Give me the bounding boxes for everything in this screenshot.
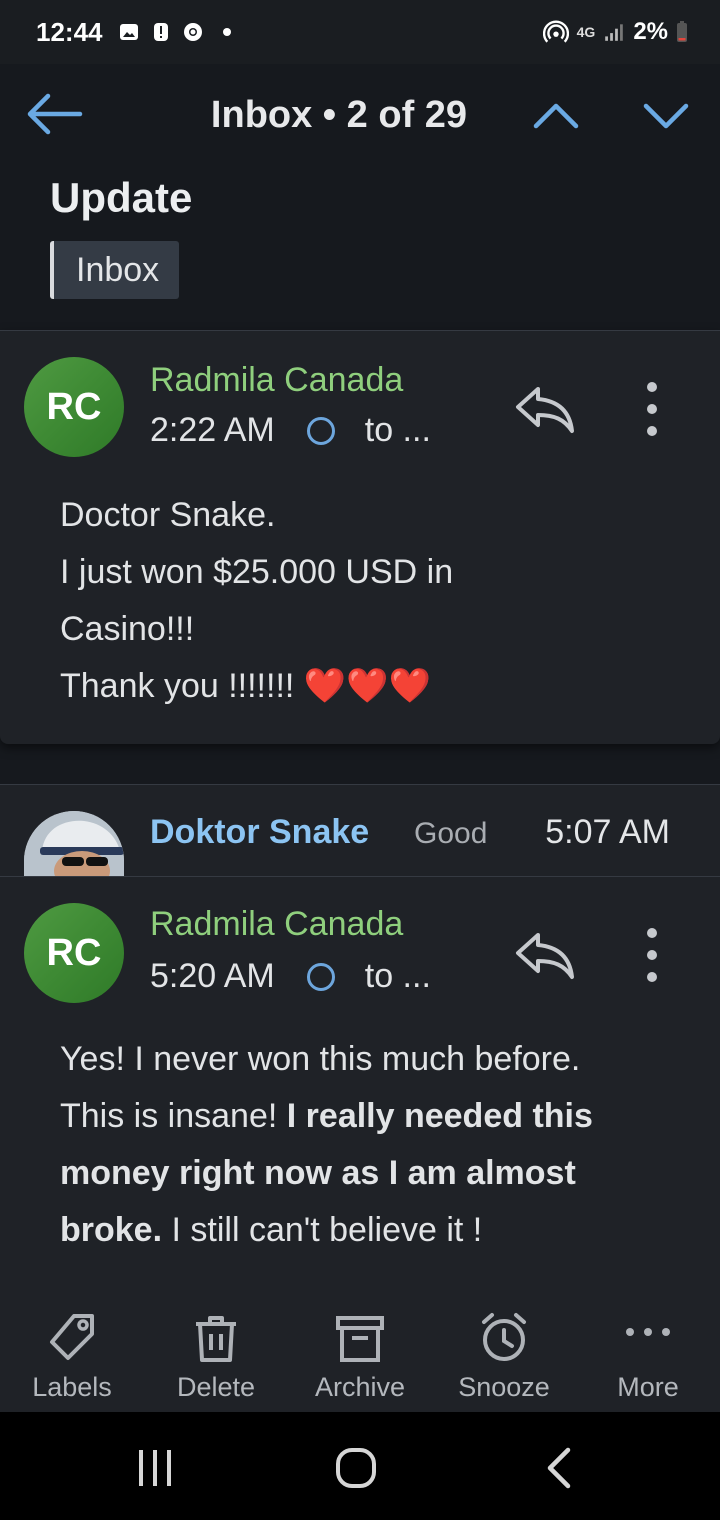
delete-button[interactable]: Delete: [144, 1290, 288, 1412]
page-title: Inbox • 2 of 29: [210, 94, 468, 136]
message-card[interactable]: RC Radmila Canada 2:22 AM to ... Doctor …: [0, 330, 720, 744]
body-line: money right now as I am almost: [60, 1154, 576, 1192]
status-bar: 12:44 4G 2%: [0, 0, 720, 64]
message-snippet: Good: [414, 817, 488, 850]
network-type: 4G: [576, 24, 596, 40]
battery-percent: 2%: [633, 18, 668, 45]
email-subject: Update: [50, 174, 193, 221]
reply-icon[interactable]: [510, 379, 580, 439]
archive-icon: [336, 1316, 384, 1362]
message-card[interactable]: RC Radmila Canada 5:20 AM to ... Yes! I …: [0, 876, 720, 1290]
more-horizontal-icon: [626, 1328, 670, 1336]
chrome-icon: [183, 23, 202, 41]
system-back-icon[interactable]: [540, 1446, 580, 1490]
recipient-summary[interactable]: to ...: [365, 957, 431, 996]
label-chip-inbox[interactable]: Inbox: [50, 241, 180, 299]
message-header: Inbox • 2 of 29 Update Inbox: [0, 64, 720, 332]
profile-photo: [24, 811, 124, 877]
dot-icon: [222, 28, 231, 36]
next-message-icon[interactable]: [640, 94, 692, 138]
message-time: 2:22 AM: [150, 411, 275, 449]
status-time: 12:44: [36, 16, 103, 47]
more-vertical-icon[interactable]: [630, 377, 674, 441]
more-vertical-icon[interactable]: [630, 923, 674, 987]
recipient-summary[interactable]: to ...: [365, 411, 431, 450]
message-time: 5:07 AM: [545, 813, 670, 851]
archive-button[interactable]: Archive: [288, 1290, 432, 1412]
labels-button[interactable]: Labels: [0, 1290, 144, 1412]
signal-icon: [605, 24, 624, 41]
body-line: Casino!!!: [60, 610, 195, 648]
recent-apps-icon[interactable]: [135, 1448, 179, 1488]
body-line: broke. I still can't believe it !: [60, 1211, 483, 1249]
home-icon[interactable]: [334, 1446, 378, 1490]
status-icons-left: [119, 22, 231, 42]
body-line: Yes! I never won this much before.: [60, 1040, 581, 1078]
hotspot-icon: [542, 20, 569, 43]
sender-name: Radmila Canada: [150, 361, 404, 399]
body-line: Doctor Snake.: [60, 496, 276, 534]
previous-message-icon[interactable]: [530, 94, 582, 138]
message-body: Yes! I never won this much before. This …: [60, 1031, 680, 1259]
body-line: Thank you !!!!!!! ❤️❤️❤️: [60, 667, 431, 705]
gallery-icon: [119, 24, 138, 40]
alert-icon: [153, 23, 168, 41]
avatar: [24, 811, 124, 877]
trash-icon: [196, 1316, 236, 1362]
bottom-action-bar: Labels Delete Archive Snooze More: [0, 1290, 720, 1412]
system-navigation-bar: [0, 1412, 720, 1520]
battery-icon: [677, 21, 687, 42]
sender-name: Radmila Canada: [150, 905, 404, 943]
tag-icon: [50, 1314, 94, 1360]
message-time: 5:20 AM: [150, 957, 275, 995]
sender-name: Doktor Snake: [150, 813, 370, 851]
unread-ring-icon: [306, 416, 335, 445]
body-line: I just won $25.000 USD in: [60, 553, 454, 591]
body-line: This is insane! I really needed this: [60, 1097, 593, 1135]
snooze-button[interactable]: Snooze: [432, 1290, 576, 1412]
message-meta: 5:20 AM to ...: [150, 957, 431, 996]
unread-ring-icon: [306, 962, 335, 991]
collapsed-message[interactable]: Doktor Snake Good 5:07 AM: [0, 784, 720, 877]
message-body: Doctor Snake. I just won $25.000 USD in …: [60, 487, 680, 715]
avatar: RC: [24, 357, 124, 457]
avatar: RC: [24, 903, 124, 1003]
alarm-clock-icon: [482, 1313, 526, 1361]
reply-icon[interactable]: [510, 925, 580, 985]
more-button[interactable]: More: [576, 1290, 720, 1412]
message-meta: 2:22 AM to ...: [150, 411, 431, 450]
status-icons-right: 4G 2%: [542, 18, 688, 46]
